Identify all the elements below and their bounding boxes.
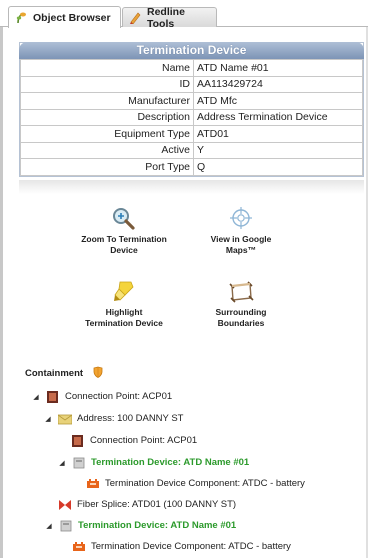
details-row: ID AA113429724 bbox=[20, 75, 363, 93]
details-row: Name ATD Name #01 bbox=[20, 59, 363, 77]
highlighter-icon bbox=[111, 279, 137, 303]
tab-object-browser-label: Object Browser bbox=[33, 11, 111, 24]
tree-node-label: Termination Device Component: ATDC - bat… bbox=[91, 541, 291, 552]
highlight-termination-device-button[interactable]: Highlight Termination Device bbox=[64, 279, 184, 329]
details-row: Active Y bbox=[20, 141, 363, 159]
collapse-triangle-icon[interactable]: ◢ bbox=[32, 393, 40, 401]
connection-point-icon bbox=[71, 434, 85, 447]
details-value: ATD Mfc bbox=[193, 92, 363, 110]
zoom-magnifier-icon bbox=[111, 206, 137, 230]
view-in-google-maps-button[interactable]: View in Google Maps™ bbox=[181, 206, 301, 256]
tree-node-label: Termination Device: ATD Name #01 bbox=[91, 457, 250, 468]
termination-device-icon bbox=[72, 457, 86, 469]
tree-node-label: Termination Device Component: ATDC - bat… bbox=[105, 478, 305, 489]
boundary-frame-icon bbox=[228, 279, 254, 303]
tree-node-label: Termination Device: ATD Name #01 bbox=[78, 520, 237, 531]
google-label-line1: View in Google bbox=[210, 234, 272, 244]
highlight-label-line1: Highlight bbox=[105, 307, 143, 317]
tree-node-connection-point-child[interactable]: Connection Point: ACP01 bbox=[71, 432, 197, 449]
boundaries-label-line1: Surrounding bbox=[215, 307, 267, 317]
fiber-splice-icon bbox=[58, 499, 72, 511]
details-value: AA113429724 bbox=[193, 75, 363, 93]
tab-bar: Object Browser Redline Tools bbox=[0, 0, 368, 30]
boundaries-label-line2: Boundaries bbox=[217, 318, 265, 328]
tab-redline-tools-label: Redline Tools bbox=[147, 5, 185, 30]
tree-node-label: Connection Point: ACP01 bbox=[65, 391, 173, 402]
tree-node-fiber-splice[interactable]: Fiber Splice: ATD01 (100 DANNY ST) bbox=[58, 496, 236, 513]
tree-node-label: Fiber Splice: ATD01 (100 DANNY ST) bbox=[77, 499, 237, 510]
tree-node-component-2[interactable]: Termination Device Component: ATDC - bat… bbox=[72, 538, 291, 555]
details-label: Equipment Type bbox=[20, 125, 194, 143]
zoom-label-line2: Device bbox=[110, 245, 138, 255]
tab-object-browser[interactable]: Object Browser bbox=[8, 6, 121, 28]
details-value: ATD01 bbox=[193, 125, 363, 143]
details-table: Name ATD Name #01 ID AA113429724 Manufacture… bbox=[20, 59, 363, 176]
object-browser-icon bbox=[15, 11, 28, 24]
details-value: Q bbox=[193, 158, 363, 176]
crosshair-target-icon bbox=[228, 206, 254, 230]
details-row: Port Type Q bbox=[20, 158, 363, 176]
address-envelope-icon bbox=[57, 413, 73, 425]
termination-device-icon bbox=[59, 520, 73, 532]
tree-node-address[interactable]: ◢ Address: 100 DANNY ST bbox=[44, 410, 183, 427]
details-label: Description bbox=[20, 108, 194, 126]
details-row: Description Address Termination Device bbox=[20, 108, 363, 126]
tree-node-termination-device-2[interactable]: ◢ Termination Device: ATD Name #01 bbox=[45, 517, 236, 534]
shield-icon bbox=[92, 366, 104, 381]
details-label: Manufacturer bbox=[20, 92, 194, 110]
details-row: Manufacturer ATD Mfc bbox=[20, 92, 363, 110]
component-icon bbox=[86, 478, 100, 490]
tree-node-component[interactable]: Termination Device Component: ATDC - bat… bbox=[86, 475, 305, 492]
details-value: Y bbox=[193, 141, 363, 159]
collapse-triangle-icon[interactable]: ◢ bbox=[58, 459, 66, 467]
connection-point-icon bbox=[46, 390, 60, 403]
containment-label: Containment bbox=[25, 368, 84, 379]
collapse-triangle-icon[interactable]: ◢ bbox=[45, 522, 53, 530]
surrounding-boundaries-button[interactable]: Surrounding Boundaries bbox=[181, 279, 301, 329]
details-label: Name bbox=[20, 59, 194, 77]
panel-title: Termination Device bbox=[19, 42, 364, 59]
panel-shadow bbox=[19, 180, 364, 194]
collapse-triangle-icon[interactable]: ◢ bbox=[44, 415, 52, 423]
details-value: Address Termination Device bbox=[193, 108, 363, 126]
details-label: ID bbox=[20, 75, 194, 93]
tree-node-connection-point[interactable]: ◢ Connection Point: ACP01 bbox=[32, 388, 172, 405]
details-value: ATD Name #01 bbox=[193, 59, 363, 77]
google-label-line2: Maps™ bbox=[225, 245, 257, 255]
redline-pencil-icon bbox=[129, 11, 142, 25]
tree-node-label: Connection Point: ACP01 bbox=[90, 435, 198, 446]
details-label: Port Type bbox=[20, 158, 194, 176]
zoom-to-termination-device-button[interactable]: Zoom To Termination Device bbox=[64, 206, 184, 256]
details-row: Equipment Type ATD01 bbox=[20, 125, 363, 143]
details-label: Active bbox=[20, 141, 194, 159]
component-icon bbox=[72, 541, 86, 553]
termination-device-details-panel: Termination Device Name ATD Name #01 ID AA1… bbox=[19, 42, 364, 177]
tab-redline-tools[interactable]: Redline Tools bbox=[122, 5, 217, 30]
containment-heading: Containment bbox=[25, 366, 104, 381]
left-border bbox=[0, 27, 3, 558]
tree-node-label: Address: 100 DANNY ST bbox=[77, 413, 184, 424]
tree-node-termination-device[interactable]: ◢ Termination Device: ATD Name #01 bbox=[58, 454, 249, 471]
highlight-label-line2: Termination Device bbox=[85, 318, 163, 328]
zoom-label-line1: Zoom To Termination bbox=[81, 234, 167, 244]
